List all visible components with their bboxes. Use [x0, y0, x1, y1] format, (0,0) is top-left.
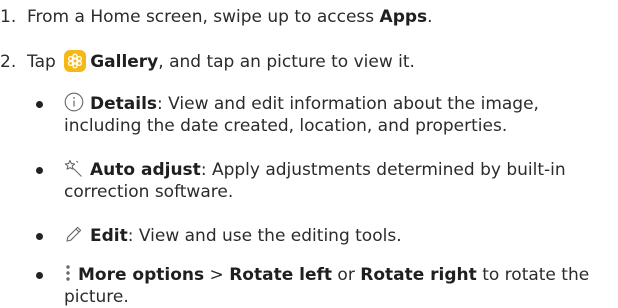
auto-adjust-text: Auto adjust: Apply adjustments determine… [64, 159, 618, 203]
step-2-tap: Tap [27, 52, 56, 72]
auto-adjust-line-2: correction software. [64, 182, 234, 202]
more-options-line-1-tail: to rotate the [476, 265, 590, 285]
rotate-right-label: Rotate right [360, 265, 477, 285]
step-1-text-before: From a Home screen, swipe up to access [27, 7, 380, 27]
auto-adjust-line-1: : Apply adjustments determined by built-… [200, 160, 566, 180]
details-line-1: : View and edit information about the im… [157, 94, 539, 114]
apps-label: Apps [379, 7, 428, 27]
edit-text: Edit: View and use the editing tools. [64, 225, 618, 247]
step-1-text-after: . [427, 7, 433, 27]
more-options-line-2: picture. [64, 287, 129, 307]
list-item-more-options: More options > Rotate left or Rotate rig… [30, 264, 618, 308]
list-item-edit: Edit: View and use the editing tools. [30, 225, 618, 247]
rotate-left-label: Rotate left [229, 265, 333, 285]
list-item-details: Details: View and edit information about… [30, 92, 618, 137]
list-item-auto-adjust: Auto adjust: Apply adjustments determine… [30, 159, 618, 203]
bullet-dot [36, 272, 43, 279]
gallery-label: Gallery [90, 52, 159, 72]
magic-wand-icon [64, 158, 84, 178]
step-1-number: 1. [0, 7, 17, 27]
more-options-or: or [332, 265, 361, 285]
step-2-text: Tap Gallery, and tap an picture to view … [27, 50, 415, 73]
edit-line-1: : View and use the editing tools. [127, 226, 402, 246]
details-line-2: including the date created, location, an… [64, 116, 508, 136]
auto-adjust-title: Auto adjust [90, 160, 201, 180]
step-1: 1. From a Home screen, swipe up to acces… [0, 6, 433, 28]
pencil-icon [64, 224, 84, 244]
step-2: 2. Tap Gallery, and tap an picture to vi… [0, 50, 415, 73]
bullet-dot [36, 101, 43, 108]
more-options-icon [64, 263, 72, 283]
details-text: Details: View and edit information about… [64, 92, 618, 137]
bullet-dot [36, 233, 43, 240]
info-icon [64, 92, 84, 112]
details-title: Details [90, 94, 158, 114]
more-options-text: More options > Rotate left or Rotate rig… [64, 264, 618, 308]
gallery-app-icon [64, 50, 87, 72]
edit-title: Edit [90, 226, 128, 246]
step-2-number: 2. [0, 52, 17, 72]
more-options-separator: > [204, 265, 230, 285]
step-1-text: From a Home screen, swipe up to access A… [27, 6, 433, 28]
bullet-dot [36, 167, 43, 174]
more-options-title: More options [78, 265, 205, 285]
step-2-text-after: , and tap an picture to view it. [158, 52, 415, 72]
